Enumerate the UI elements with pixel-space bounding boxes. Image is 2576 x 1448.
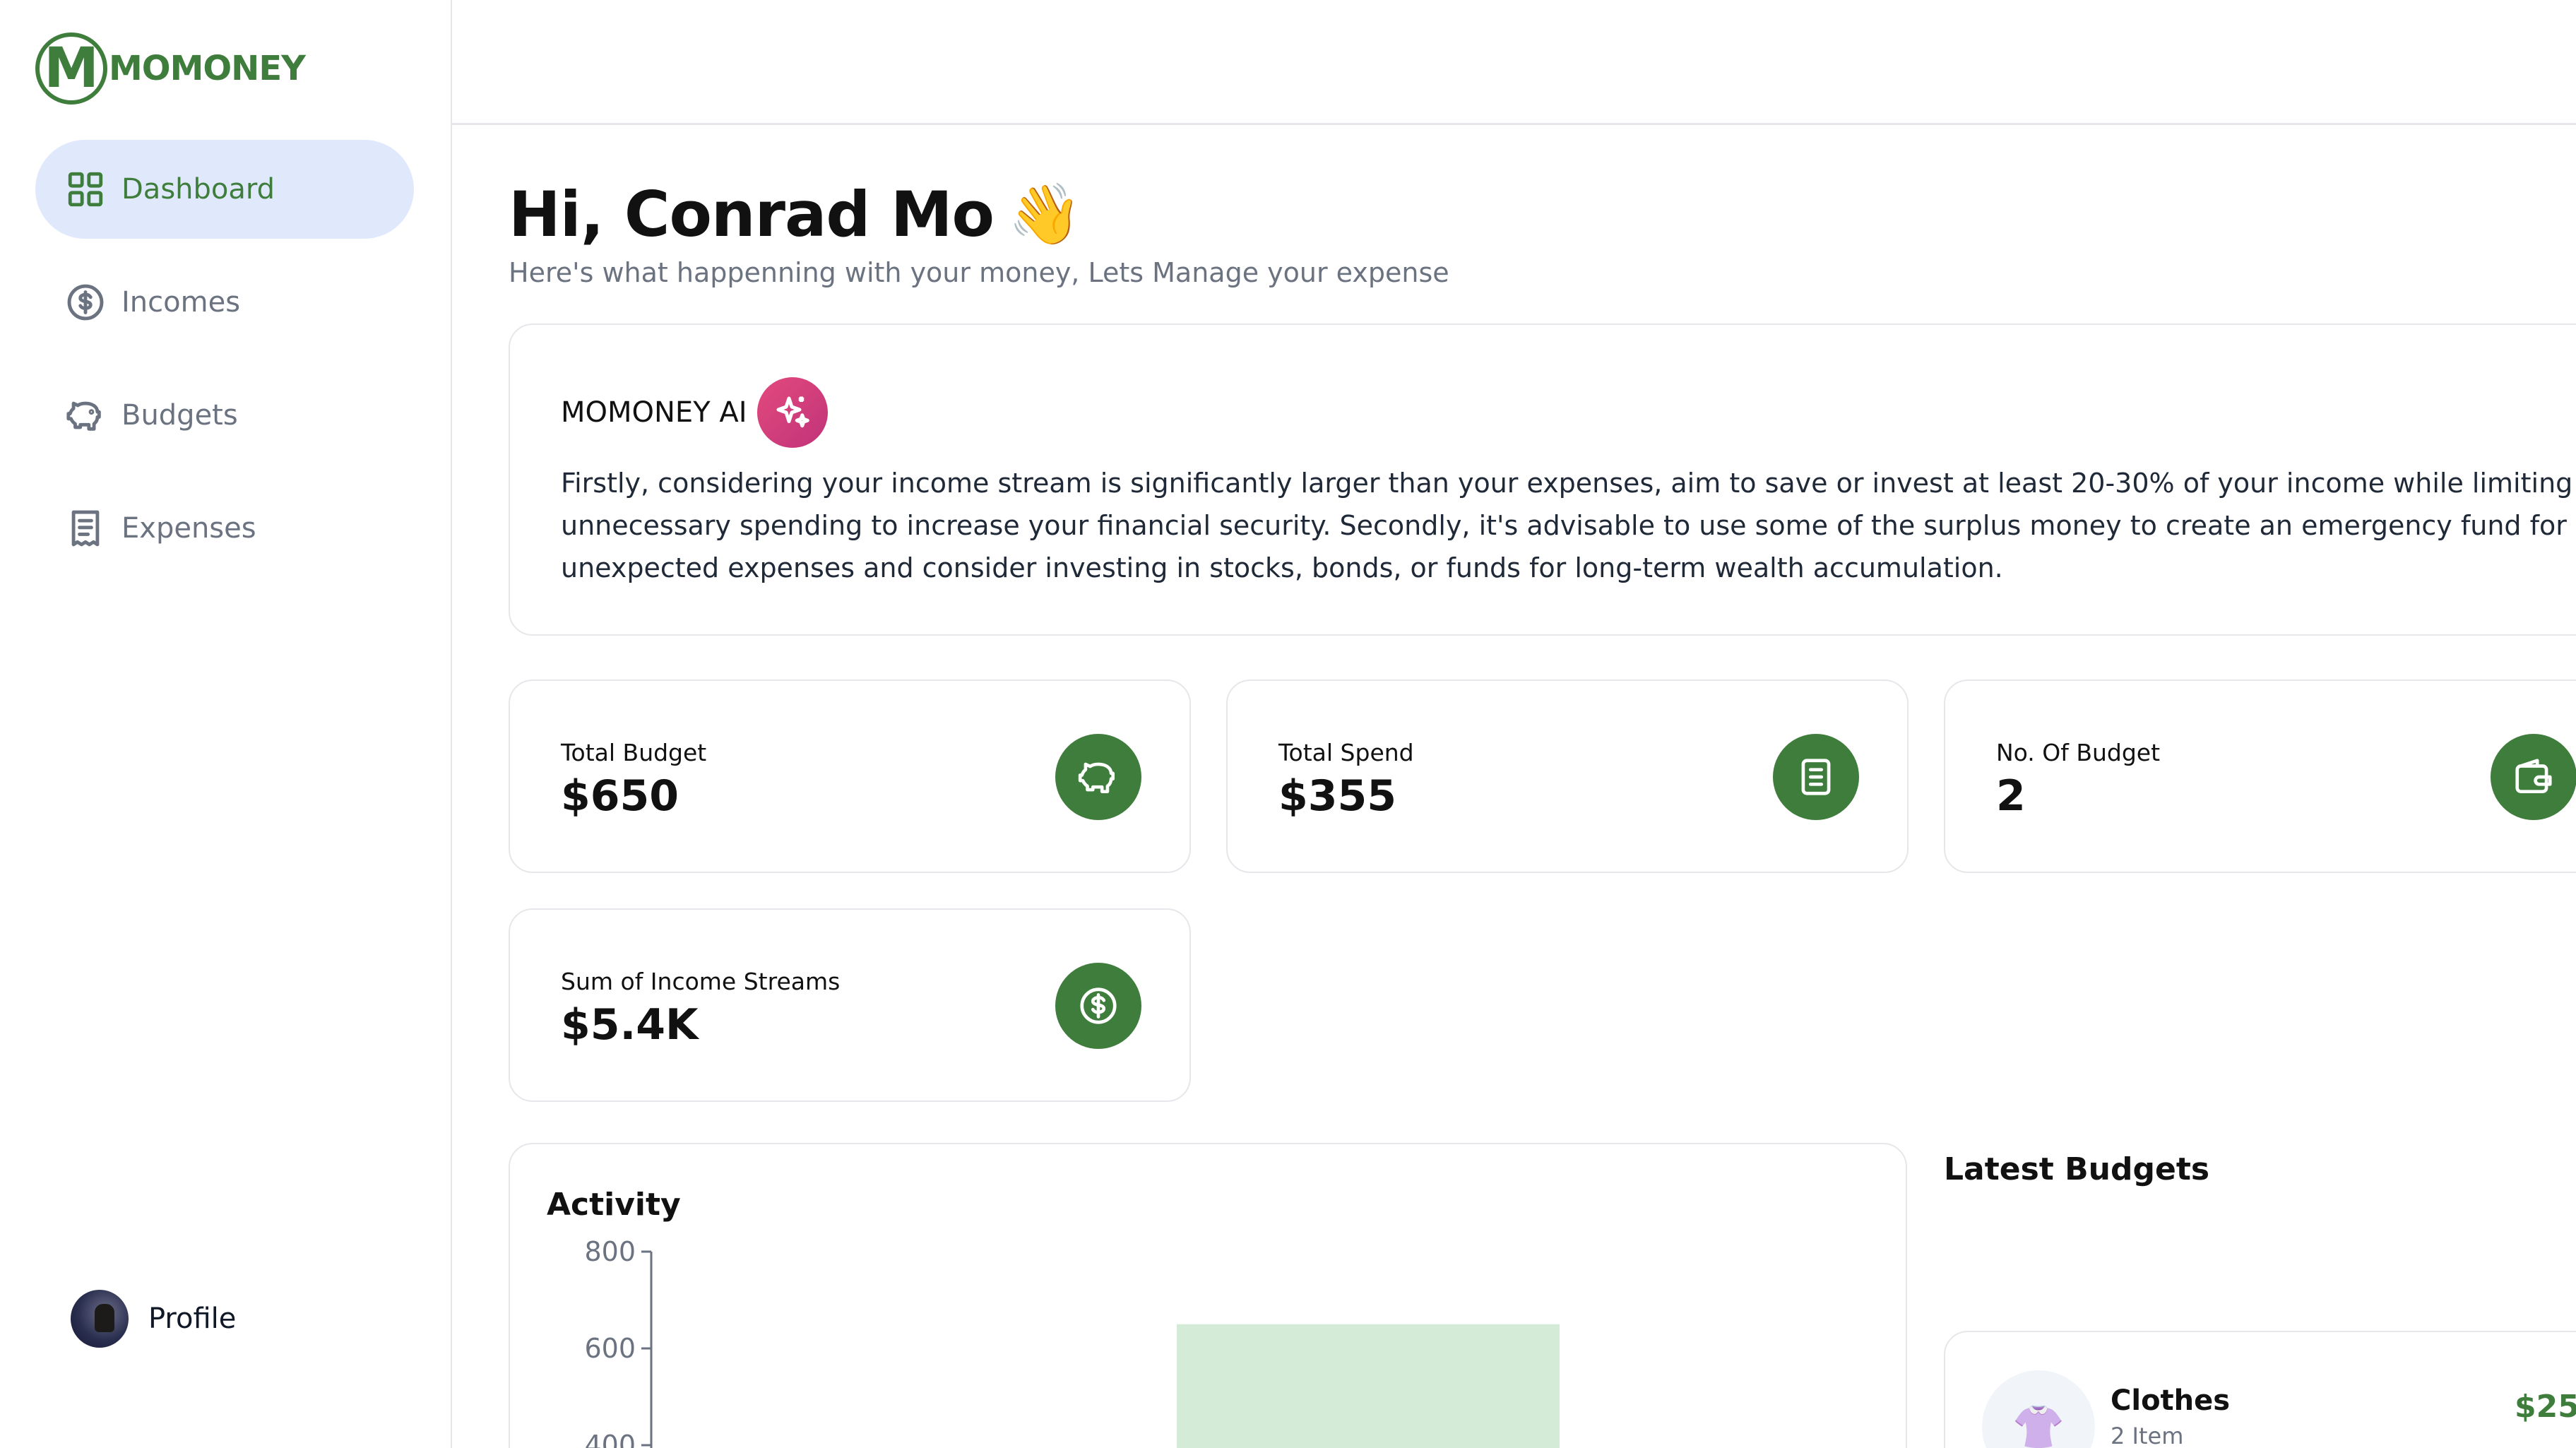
ai-advice-card: MOMONEY AI Firstly, considering your inc…	[509, 324, 2576, 636]
shirt-icon: 👚	[1982, 1370, 2095, 1448]
ai-title: MOMONEY AI	[561, 396, 747, 429]
sparkles-icon	[756, 377, 828, 448]
stat-card-income-streams: Sum of Income Streams $5.4K	[509, 908, 1191, 1102]
y-tick-label: 600	[584, 1333, 636, 1364]
sidebar-nav: Dashboard Incomes Budgets Expenses	[35, 140, 414, 592]
stat-card-total-budget: Total Budget $650	[509, 680, 1191, 873]
activity-chart: 800 600 400	[584, 1236, 1560, 1448]
stat-label: No. Of Budget	[1996, 739, 2161, 766]
dollar-circle-icon	[67, 284, 104, 321]
budget-amount: $250	[2515, 1389, 2576, 1425]
profile-button[interactable]: Profile	[71, 1290, 236, 1348]
stat-label: Sum of Income Streams	[561, 968, 841, 995]
stat-value: $355	[1278, 771, 1396, 821]
sidebar-item-budgets[interactable]: Budgets	[35, 366, 414, 465]
brand-name: MOMONEY	[109, 49, 306, 88]
sidebar-item-label: Expenses	[121, 512, 256, 545]
receipt-icon	[71, 510, 100, 547]
sidebar-item-incomes[interactable]: Incomes	[35, 253, 414, 352]
sidebar: M MOMONEY Dashboard Incomes Budgets Expe…	[0, 0, 452, 1448]
y-tick-label: 800	[584, 1236, 636, 1267]
sidebar-item-label: Budgets	[121, 399, 238, 432]
greeting-text: Hi, Conrad Mo	[509, 178, 995, 251]
sidebar-item-label: Dashboard	[121, 173, 275, 206]
page-title: Hi, Conrad Mo 👋	[509, 178, 1082, 251]
avatar	[71, 1290, 129, 1348]
sidebar-item-dashboard[interactable]: Dashboard	[35, 140, 414, 239]
budget-card-clothes[interactable]: 👚 Clothes 2 Item $250	[1944, 1331, 2576, 1448]
wallet-icon	[2491, 734, 2576, 820]
top-bar	[452, 0, 2576, 125]
page-subtitle: Here's what happenning with your money, …	[509, 257, 1449, 288]
budget-name: Clothes	[2111, 1384, 2231, 1417]
stat-value: $5.4K	[561, 1000, 699, 1050]
bar[interactable]	[1177, 1324, 1560, 1448]
sidebar-item-expenses[interactable]: Expenses	[35, 479, 414, 578]
budget-item-count: 2 Item	[2111, 1423, 2184, 1448]
stat-label: Total Spend	[1278, 739, 1414, 766]
dollar-circle-icon	[1055, 963, 1141, 1049]
ai-advice-text: Firstly, considering your income stream …	[561, 468, 2573, 583]
receipt-icon	[1773, 734, 1859, 820]
sidebar-item-label: Incomes	[121, 286, 241, 319]
piggy-bank-icon	[66, 401, 101, 431]
waving-hand-icon: 👋	[1008, 179, 1082, 249]
profile-label: Profile	[148, 1302, 237, 1335]
logo[interactable]: M MOMONEY	[35, 32, 306, 105]
stat-value: $650	[561, 771, 679, 821]
y-tick-label: 400	[584, 1430, 636, 1448]
ai-header: MOMONEY AI	[561, 377, 828, 448]
stat-value: 2	[1996, 771, 2026, 821]
piggy-bank-icon	[1055, 734, 1141, 820]
stat-label: Total Budget	[561, 739, 707, 766]
latest-budgets-title: Latest Budgets	[1944, 1151, 2210, 1187]
logo-mark-icon: M	[35, 32, 107, 105]
activity-card: Activity 800 600 400	[509, 1143, 1907, 1448]
stat-card-number-of-budgets: No. Of Budget 2	[1944, 680, 2576, 873]
grid-icon	[68, 172, 103, 207]
stat-card-total-spend: Total Spend $355	[1226, 680, 1909, 873]
